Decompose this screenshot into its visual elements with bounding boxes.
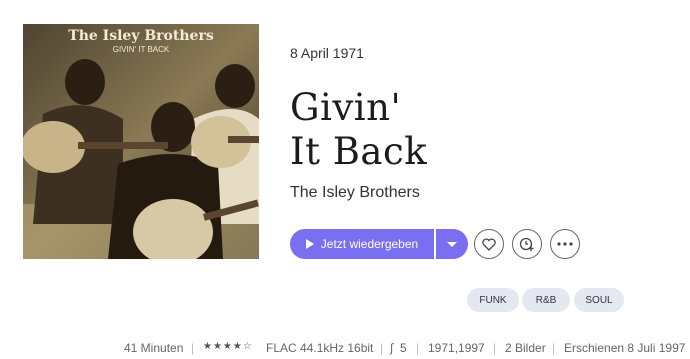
tag-soul[interactable]: SOUL [574,288,624,312]
album-title-line2: It Back [290,130,428,173]
separator: | [493,341,497,355]
separator: | [380,341,384,355]
clock-plus-icon [519,237,534,251]
cover-subtitle: GIVIN' IT BACK [113,45,170,54]
chevron-down-icon [447,241,457,247]
add-to-queue-button[interactable] [512,229,542,259]
more-dots-icon [557,242,573,246]
separator: | [416,341,420,355]
favorite-button[interactable] [474,229,504,259]
separator: | [191,341,195,355]
tag-rnb[interactable]: R&B [522,288,570,312]
play-options-button[interactable] [436,229,468,259]
heart-icon [482,237,496,251]
artist-link[interactable]: The Isley Brothers [290,184,420,202]
cover-title: The Isley Brothers [68,28,214,44]
play-button[interactable]: Jetzt wiedergeben [290,229,434,259]
album-title: Givin' It Back [290,86,427,174]
album-cover[interactable]: The Isley Brothers GIVIN' IT BACK [23,24,259,259]
images-count[interactable]: 2 Bilder [505,341,546,355]
waveform-icon: ∫ [390,341,394,355]
tag-funk[interactable]: FUNK [467,288,519,312]
duration: 41 Minuten [124,341,184,355]
more-button[interactable] [550,229,580,259]
rating-stars[interactable]: ★★★★☆ [203,341,253,352]
audio-format: FLAC 44.1kHz 16bit [266,341,374,355]
years: 1971,1997 [428,341,485,355]
play-icon [305,239,314,249]
release-date: 8 April 1971 [290,45,364,61]
album-title-line1: Givin' [290,86,402,129]
dynamic-range: 5 [400,341,407,355]
separator: | [552,341,556,355]
released-date: Erschienen 8 Juli 1997 [564,341,686,355]
play-label: Jetzt wiedergeben [320,237,419,251]
